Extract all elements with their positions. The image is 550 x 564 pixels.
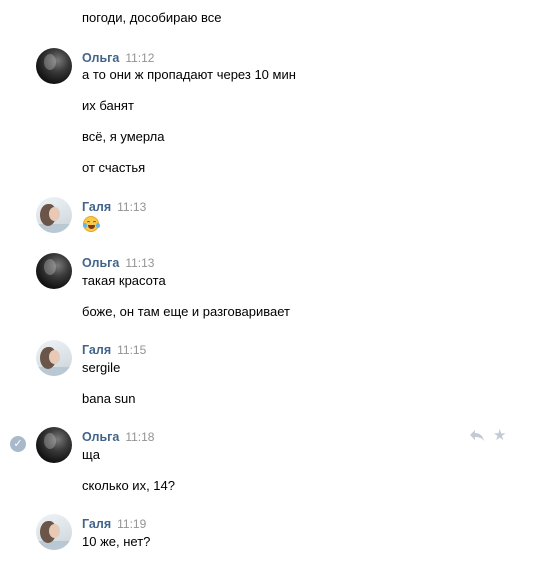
author-name[interactable]: Галя xyxy=(82,343,111,357)
author-name[interactable]: Галя xyxy=(82,517,111,531)
message-header: Галя 11:13 xyxy=(82,199,146,215)
message-text: от счастья xyxy=(82,160,146,175)
message-time[interactable]: 11:13 xyxy=(125,256,154,270)
star-icon[interactable]: ★ xyxy=(493,428,507,443)
message-text: такая красота xyxy=(82,273,166,288)
check-icon[interactable]: ✓ xyxy=(10,436,26,452)
message-header: Галя 11:15 xyxy=(82,342,146,358)
message-header: Ольга 11:13 xyxy=(82,255,154,271)
message-text: всё, я умерла xyxy=(82,129,165,144)
message-time[interactable]: 11:13 xyxy=(117,200,146,214)
message-text: 10 же, нет? xyxy=(82,534,151,549)
message-time[interactable]: 11:12 xyxy=(125,51,154,65)
message-time[interactable]: 11:15 xyxy=(117,343,146,357)
message-header: Галя 11:19 xyxy=(82,516,146,532)
message-text: ща xyxy=(82,447,100,462)
avatar-olga[interactable] xyxy=(36,427,72,463)
message-time[interactable]: 11:19 xyxy=(117,517,146,531)
tears-of-joy-emoji-icon xyxy=(83,216,100,232)
message-text: боже, он там еще и разговаривает xyxy=(82,304,290,319)
message-text: bana sun xyxy=(82,391,136,406)
avatar-galya[interactable] xyxy=(36,197,72,233)
avatar-galya[interactable] xyxy=(36,340,72,376)
message-header: Ольга 11:18 xyxy=(82,429,154,445)
author-name[interactable]: Ольга xyxy=(82,430,119,444)
author-name[interactable]: Ольга xyxy=(82,51,119,65)
message-time[interactable]: 11:18 xyxy=(125,430,154,444)
message-text: а то они ж пропадают через 10 мин xyxy=(82,67,296,82)
message-text: погоди, дособираю все xyxy=(82,10,222,25)
avatar-olga[interactable] xyxy=(36,253,72,289)
avatar-olga[interactable] xyxy=(36,48,72,84)
message-header: Ольга 11:12 xyxy=(82,50,154,66)
message-text: sergile xyxy=(82,360,121,375)
author-name[interactable]: Ольга xyxy=(82,256,119,270)
message-text: их банят xyxy=(82,98,134,113)
message-text: сколько их, 14? xyxy=(82,478,175,493)
avatar-galya[interactable] xyxy=(36,514,72,550)
author-name[interactable]: Галя xyxy=(82,200,111,214)
reply-icon[interactable] xyxy=(468,427,486,443)
